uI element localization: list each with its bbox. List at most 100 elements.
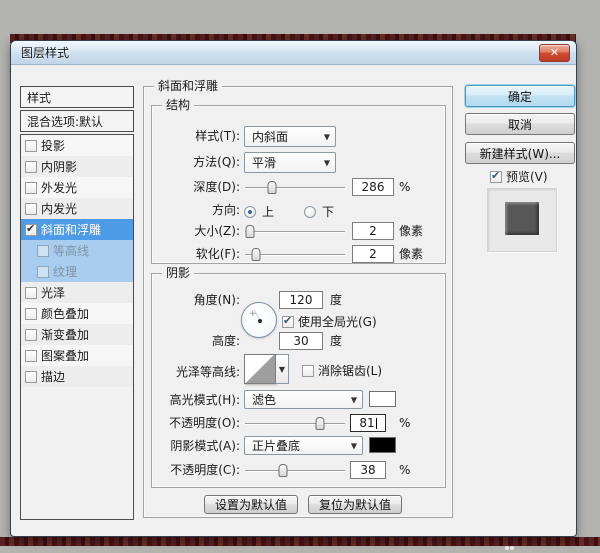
direction-up-radio[interactable] (244, 206, 256, 218)
sidebar-item-pattern-overlay[interactable]: 图案叠加 (21, 345, 133, 366)
soften-slider-thumb[interactable] (252, 248, 261, 261)
shadow-color-swatch[interactable] (369, 437, 396, 453)
size-slider-thumb[interactable] (246, 225, 255, 238)
set-default-button[interactable]: 设置为默认值 (204, 495, 298, 514)
method-row: 方法(Q): 平滑 ▼ (152, 152, 445, 174)
shadow-opacity-input[interactable]: 38 (350, 461, 386, 479)
new-style-button[interactable]: 新建样式(W)... (465, 142, 575, 164)
sidebar-item-label: 外发光 (41, 179, 77, 196)
direction-down-radio[interactable] (304, 206, 316, 218)
soften-row: 软化(F): 2 像素 (152, 244, 445, 266)
checkbox-icon[interactable] (25, 329, 37, 341)
gloss-contour-picker[interactable] (244, 354, 276, 384)
cancel-button[interactable]: 取消 (465, 113, 575, 135)
shadow-opacity-slider-track[interactable] (245, 470, 345, 472)
altitude-row: 高度: 30 度 (152, 331, 445, 353)
soften-unit: 像素 (399, 244, 423, 264)
highlight-color-swatch[interactable] (369, 391, 396, 407)
sidebar-item-color-overlay[interactable]: 颜色叠加 (21, 303, 133, 324)
highlight-opacity-slider-track[interactable] (245, 423, 345, 425)
global-light-row: ✔ 使用全局光(G) (282, 313, 377, 330)
global-light-label: 使用全局光(G) (298, 313, 377, 330)
sidebar-item-label: 光泽 (41, 284, 65, 301)
depth-unit: % (399, 177, 410, 197)
angle-input[interactable]: 120 (279, 291, 323, 309)
checkbox-icon[interactable] (25, 140, 37, 152)
sidebar-item-satin[interactable]: 光泽 (21, 282, 133, 303)
reset-default-button[interactable]: 复位为默认值 (308, 495, 402, 514)
sidebar-item-drop-shadow[interactable]: 投影 (21, 135, 133, 156)
checkbox-checked-icon[interactable]: ✔ (282, 316, 294, 328)
panel-title: 斜面和浮雕 (154, 79, 222, 93)
sidebar-item-outer-glow[interactable]: 外发光 (21, 177, 133, 198)
checkbox-checked-icon[interactable]: ✔ (25, 224, 37, 236)
sidebar-item-stroke[interactable]: 描边 (21, 366, 133, 387)
shadow-opacity-unit: % (399, 460, 410, 480)
background-dots (505, 539, 517, 544)
sidebar-item-blending-options[interactable]: 混合选项:默认 (20, 110, 134, 132)
blending-options-label: 混合选项:默认 (27, 113, 103, 130)
checkbox-icon[interactable] (302, 365, 314, 377)
sidebar-item-inner-glow[interactable]: 内发光 (21, 198, 133, 219)
style-row: 样式(T): 内斜面 ▼ (152, 126, 445, 148)
structure-legend: 结构 (162, 98, 194, 112)
shadow-opacity-label: 不透明度(C): (158, 460, 240, 480)
method-value: 平滑 (252, 154, 276, 171)
dialog-client-area: 样式 混合选项:默认 投影 内阴影 外发光 内发光 ✔ (13, 65, 574, 534)
chevron-down-icon: ▼ (351, 395, 357, 404)
checkbox-checked-icon[interactable]: ✔ (490, 171, 502, 183)
anti-alias-label: 消除锯齿(L) (318, 362, 382, 379)
bevel-emboss-panel: 斜面和浮雕 结构 样式(T): 内斜面 ▼ 方法(Q): 平滑 ▼ (143, 86, 453, 518)
shadow-opacity-slider-thumb[interactable] (279, 464, 288, 477)
shadow-mode-row: 阴影模式(A): 正片叠底 ▼ (152, 436, 445, 458)
checkbox-icon[interactable] (37, 266, 49, 278)
chevron-down-icon[interactable]: ▼ (276, 354, 289, 384)
shadow-mode-select[interactable]: 正片叠底 ▼ (244, 436, 363, 455)
ok-button[interactable]: 确定 (465, 85, 575, 107)
sidebar-item-label: 投影 (41, 137, 65, 154)
checkbox-icon[interactable] (25, 308, 37, 320)
soften-slider-track[interactable] (245, 254, 345, 256)
style-preview-thumbnail (487, 188, 557, 252)
style-label: 样式(T): (158, 126, 240, 146)
depth-slider-thumb[interactable] (268, 181, 277, 194)
highlight-opacity-slider-thumb[interactable] (316, 417, 325, 430)
shading-group: 阴影 角度(N): 120 度 + ✔ 使用全局光(G) 高度: (151, 273, 446, 488)
checkbox-icon[interactable] (25, 182, 37, 194)
method-select[interactable]: 平滑 ▼ (244, 152, 336, 173)
layer-style-dialog: 图层样式 ✕ 样式 混合选项:默认 投影 内阴影 外发光 (10, 40, 577, 537)
depth-slider-track[interactable] (245, 187, 345, 189)
depth-label: 深度(D): (158, 177, 240, 197)
checkbox-icon[interactable] (25, 371, 37, 383)
angle-row: 角度(N): 120 度 (152, 290, 445, 312)
highlight-mode-select[interactable]: 滤色 ▼ (244, 390, 363, 409)
sidebar-item-bevel-emboss[interactable]: ✔ 斜面和浮雕 (21, 219, 133, 240)
checkbox-icon[interactable] (25, 350, 37, 362)
sidebar-styles-header[interactable]: 样式 (20, 86, 134, 108)
checkbox-icon[interactable] (37, 245, 49, 257)
checkbox-icon[interactable] (25, 161, 37, 173)
sidebar-item-contour[interactable]: 等高线 (21, 240, 133, 261)
altitude-input[interactable]: 30 (279, 332, 323, 350)
sidebar-item-label: 渐变叠加 (41, 326, 89, 343)
sidebar-item-texture[interactable]: 纹理 (21, 261, 133, 282)
text-caret (376, 418, 377, 429)
depth-input[interactable]: 286 (352, 178, 394, 196)
direction-label: 方向: (158, 200, 240, 220)
close-button[interactable]: ✕ (539, 44, 570, 62)
anti-alias-row: 消除锯齿(L) (302, 362, 382, 379)
dialog-titlebar[interactable]: 图层样式 ✕ (11, 41, 576, 65)
checkbox-icon[interactable] (25, 203, 37, 215)
altitude-unit: 度 (330, 331, 342, 351)
soften-input[interactable]: 2 (352, 245, 394, 263)
shadow-opacity-row: 不透明度(C): 38 % (152, 460, 445, 482)
size-input[interactable]: 2 (352, 222, 394, 240)
highlight-opacity-input[interactable]: 81 (350, 414, 386, 432)
style-select[interactable]: 内斜面 ▼ (244, 126, 336, 147)
checkbox-icon[interactable] (25, 287, 37, 299)
preview-label: 预览(V) (506, 168, 548, 185)
size-slider-track[interactable] (245, 231, 345, 233)
sidebar-item-gradient-overlay[interactable]: 渐变叠加 (21, 324, 133, 345)
sidebar-item-inner-shadow[interactable]: 内阴影 (21, 156, 133, 177)
gloss-contour-label: 光泽等高线: (158, 362, 240, 382)
